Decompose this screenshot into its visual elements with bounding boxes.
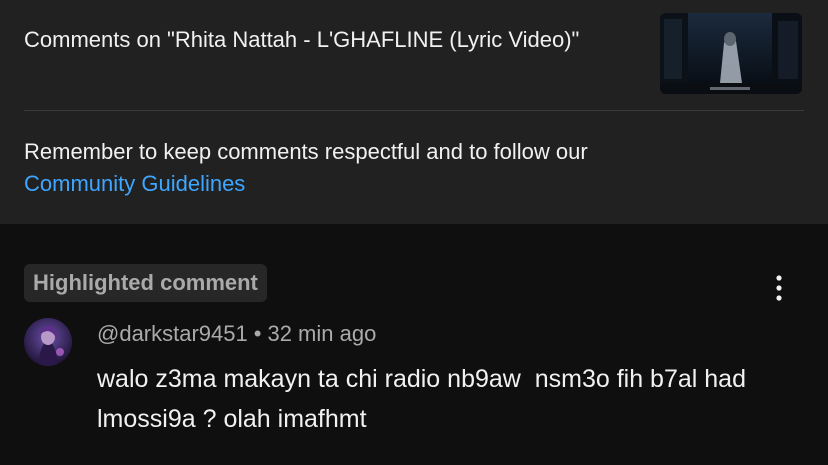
comment-author[interactable]: @darkstar9451 [97,321,248,346]
avatar-image [24,318,72,366]
comment-menu-button[interactable] [764,270,794,306]
avatar[interactable] [24,318,72,366]
comments-header-panel: Comments on "Rhita Nattah - L'GHAFLINE (… [0,0,828,224]
highlighted-comment-badge: Highlighted comment [24,264,267,302]
community-guidelines-link[interactable]: Community Guidelines [24,171,245,196]
header-divider [24,110,804,111]
more-vert-icon [776,275,782,301]
reminder-text: Remember to keep comments respectful and… [24,139,588,164]
community-reminder: Remember to keep comments respectful and… [24,136,804,200]
comments-title: Comments on "Rhita Nattah - L'GHAFLINE (… [24,27,580,52]
meta-separator: • [253,321,262,346]
video-thumbnail[interactable] [660,13,802,94]
comment-text: walo z3ma makayn ta chi radio nb9aw nsm3… [97,365,753,433]
video-thumbnail-image [660,13,802,94]
comment-meta: @darkstar9451 • 32 min ago [97,318,376,350]
comment-time[interactable]: 32 min ago [267,321,376,346]
